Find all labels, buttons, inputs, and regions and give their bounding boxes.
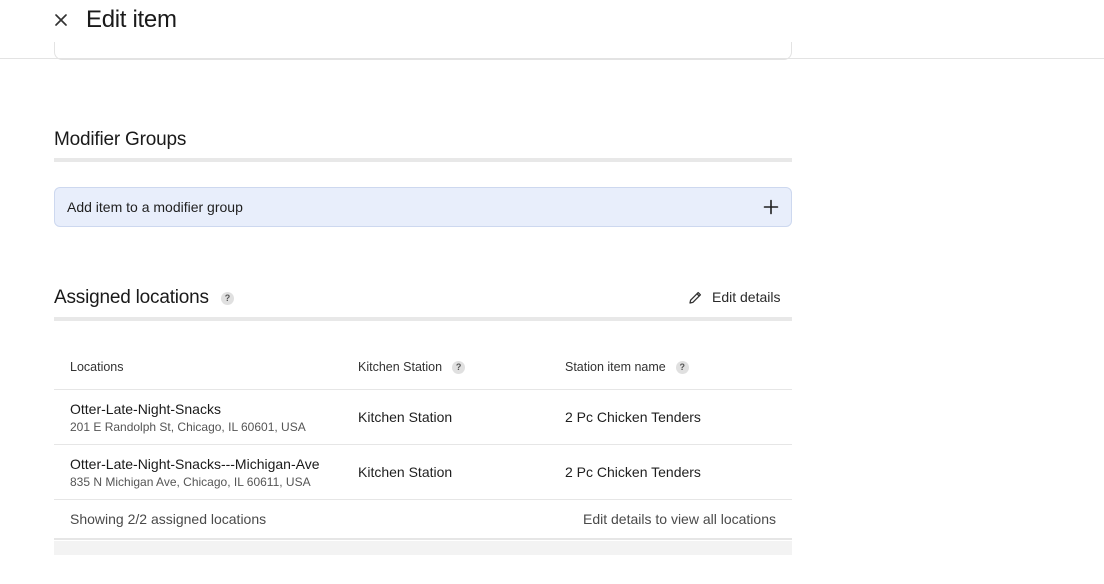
column-header-label: Station item name bbox=[565, 360, 666, 374]
previous-card-edge bbox=[54, 42, 792, 60]
kitchen-station-cell: Kitchen Station bbox=[358, 464, 453, 480]
station-item-name-cell: 2 Pc Chicken Tenders bbox=[565, 409, 701, 425]
modifier-groups-title: Modifier Groups bbox=[54, 129, 187, 150]
pencil-icon bbox=[689, 291, 702, 304]
locations-table: Locations Kitchen Station ? Station item… bbox=[54, 345, 792, 540]
help-icon[interactable]: ? bbox=[220, 291, 234, 305]
view-all-locations-hint: Edit details to view all locations bbox=[583, 511, 776, 527]
edit-details-button[interactable]: Edit details bbox=[688, 289, 780, 305]
assigned-locations-header: Assigned locations ? bbox=[54, 287, 234, 309]
location-address: 201 E Randolph St, Chicago, IL 60601, US… bbox=[70, 419, 306, 434]
plus-icon bbox=[763, 199, 779, 215]
location-name: Otter-Late-Night-Snacks---Michigan-Ave bbox=[70, 455, 320, 472]
close-button[interactable] bbox=[50, 9, 72, 31]
edit-details-label: Edit details bbox=[712, 289, 781, 305]
section-divider bbox=[54, 158, 792, 162]
location-address: 835 N Michigan Ave, Chicago, IL 60611, U… bbox=[70, 474, 311, 489]
close-icon bbox=[55, 14, 67, 26]
table-header-row: Locations Kitchen Station ? Station item… bbox=[54, 345, 792, 390]
table-footer: Showing 2/2 assigned locations Edit deta… bbox=[54, 500, 792, 540]
table-bottom-strip bbox=[54, 541, 792, 555]
help-icon[interactable]: ? bbox=[675, 360, 689, 374]
location-cell: Otter-Late-Night-Snacks 201 E Randolph S… bbox=[54, 400, 358, 435]
table-row: Otter-Late-Night-Snacks---Michigan-Ave 8… bbox=[54, 445, 792, 500]
table-row: Otter-Late-Night-Snacks 201 E Randolph S… bbox=[54, 390, 792, 445]
section-divider bbox=[54, 317, 792, 321]
assigned-locations-title: Assigned locations bbox=[54, 287, 209, 308]
column-header-label: Kitchen Station bbox=[358, 360, 443, 374]
column-header-locations: Locations bbox=[54, 360, 358, 374]
add-to-modifier-group-button[interactable]: Add item to a modifier group bbox=[54, 187, 792, 227]
kitchen-station-cell: Kitchen Station bbox=[358, 409, 453, 425]
station-item-name-cell: 2 Pc Chicken Tenders bbox=[565, 464, 701, 480]
column-header-label: Locations bbox=[70, 360, 124, 374]
column-header-kitchen-station: Kitchen Station ? bbox=[358, 360, 565, 374]
column-header-station-item-name: Station item name ? bbox=[565, 360, 792, 374]
assigned-count-text: Showing 2/2 assigned locations bbox=[70, 511, 267, 527]
add-to-modifier-group-label: Add item to a modifier group bbox=[67, 199, 243, 215]
page-title: Edit item bbox=[86, 6, 177, 33]
location-name: Otter-Late-Night-Snacks bbox=[70, 400, 221, 417]
help-icon[interactable]: ? bbox=[452, 360, 466, 374]
location-cell: Otter-Late-Night-Snacks---Michigan-Ave 8… bbox=[54, 455, 358, 490]
